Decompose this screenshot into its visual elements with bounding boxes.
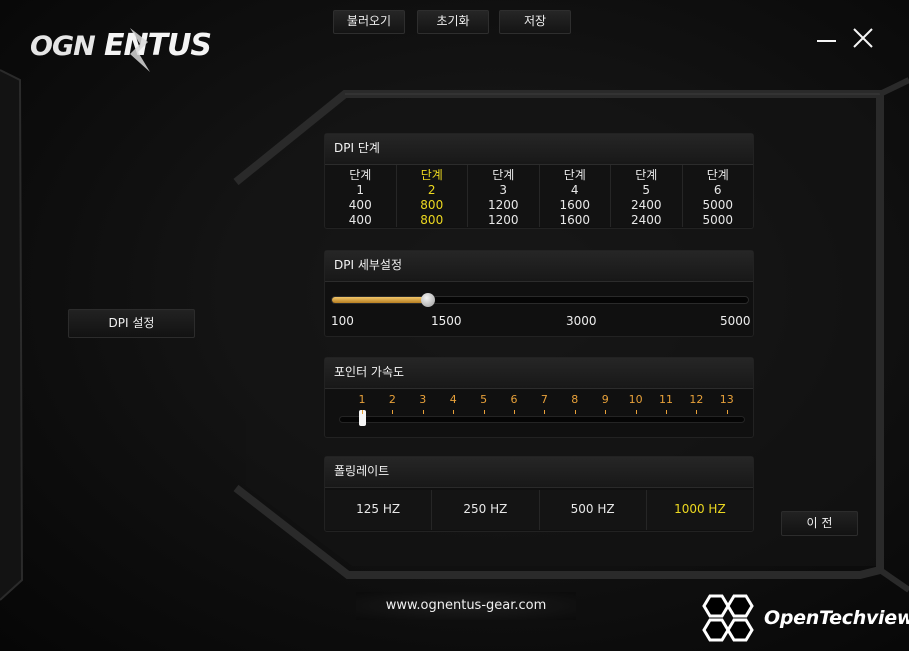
pointer-accel-panel: 포인터 가속도 1 2 3 4 5 6 7 8 9 10 11 12 13: [324, 357, 754, 438]
dpi-stage-x: 1200: [487, 198, 519, 212]
pointer-level-label: 5: [480, 393, 488, 406]
dpi-tick-label: 100: [331, 314, 354, 328]
pointer-level-tick: [483, 410, 485, 414]
polling-option[interactable]: 125 HZ: [325, 490, 432, 530]
dpi-stage-grid: 단계 1 400 400 단계 2 800 800 단계 3 1200 1200 단계 4 1600 1600…: [325, 165, 753, 227]
pointer-level-label: 11: [659, 393, 673, 406]
dpi-detail-panel: DPI 세부설정 100 1500 3000 5000: [324, 250, 754, 337]
pointer-level-label: 4: [449, 393, 457, 406]
pointer-accel-slider-area: 1 2 3 4 5 6 7 8 9 10 11 12 13: [325, 389, 753, 437]
pointer-level-tick: [605, 410, 607, 414]
dpi-stage-x: 1600: [559, 198, 591, 212]
dpi-detail-title: DPI 세부설정: [325, 251, 753, 282]
dpi-stage-num: 6: [713, 183, 722, 197]
dpi-stage-y: 5000: [702, 213, 734, 227]
pointer-level-label: 2: [388, 393, 396, 406]
pointer-level-tick: [392, 410, 394, 414]
dpi-slider-track[interactable]: [331, 293, 749, 307]
pointer-level-tick: [696, 410, 698, 414]
dpi-stage-2[interactable]: 단계 2 800 800: [395, 165, 467, 227]
dpi-stage-num: 2: [427, 183, 436, 197]
pointer-level-label: 8: [571, 393, 579, 406]
dpi-slider-area: 100 1500 3000 5000: [325, 282, 753, 336]
polling-rate-options: 125 HZ 250 HZ 500 HZ 1000 HZ: [325, 490, 753, 530]
dpi-stage-stage_word: 단계: [420, 168, 443, 182]
pointer-level-label: 6: [510, 393, 518, 406]
pointer-level-tick: [362, 410, 363, 414]
pointer-level-tick: [574, 410, 576, 414]
dpi-settings-button[interactable]: DPI 설정: [68, 309, 195, 338]
dpi-stage-stage_word: 단계: [349, 168, 372, 182]
dpi-stage-x: 400: [348, 198, 372, 212]
polling-rate-title: 폴링레이트: [325, 457, 753, 488]
pointer-level-label: 3: [419, 393, 427, 406]
dpi-slider-knob[interactable]: [420, 293, 435, 307]
pointer-level-label: 12: [689, 393, 704, 406]
ognentus-logo: OGN ENTUS: [30, 28, 212, 72]
dpi-stage-x: 2400: [630, 198, 662, 212]
dpi-stage-y: 2400: [630, 213, 662, 227]
dpi-stage-panel: DPI 단계 단계 1 400 400 단계 2 800 800 단계 3 1200 1200 단계 4 1…: [324, 133, 754, 229]
load-button[interactable]: 불러오기: [333, 10, 405, 34]
pointer-level-tick: [666, 410, 667, 414]
pointer-level-tick: [514, 410, 515, 414]
polling-option[interactable]: 250 HZ: [431, 490, 539, 530]
pointer-accel-track[interactable]: [339, 416, 745, 423]
polling-option[interactable]: 1000 HZ: [645, 490, 753, 530]
dpi-stage-y: 800: [420, 213, 444, 227]
dpi-stage-1[interactable]: 단계 1 400 400: [325, 165, 396, 227]
pointer-level-label: 1: [358, 393, 366, 406]
dpi-stage-6[interactable]: 단계 6 5000 5000: [681, 165, 753, 227]
watermark-text: OpenTechview: [764, 607, 909, 629]
pointer-level-label: 10: [628, 393, 643, 406]
dpi-tick-label: 5000: [720, 314, 751, 328]
pointer-level-label: 13: [719, 393, 734, 406]
pointer-level-label: 9: [601, 393, 609, 406]
dpi-stage-3[interactable]: 단계 3 1200 1200: [467, 165, 539, 227]
save-button[interactable]: 저장: [499, 10, 571, 34]
dpi-stage-stage_word: 단계: [563, 168, 586, 182]
dpi-stage-stage_word: 단계: [706, 168, 729, 182]
svg-text:OGN: OGN: [30, 31, 96, 62]
polling-rate-panel: 폴링레이트 125 HZ 250 HZ 500 HZ 1000 HZ: [324, 456, 754, 532]
dpi-stage-num: 5: [642, 183, 651, 197]
dpi-stage-x: 5000: [702, 198, 734, 212]
website-link[interactable]: www.ognentus-gear.com: [356, 592, 576, 620]
pointer-level-tick: [635, 410, 637, 414]
dpi-stage-4[interactable]: 단계 4 1600 1600: [538, 165, 610, 227]
dpi-stage-stage_word: 단계: [492, 168, 515, 182]
pointer-level-tick: [544, 410, 546, 414]
dpi-stage-y: 1600: [559, 213, 591, 227]
dpi-stage-y: 400: [348, 213, 372, 227]
dpi-stage-y: 1200: [487, 213, 519, 227]
prev-button[interactable]: 이 전: [781, 511, 858, 536]
dpi-stage-x: 800: [420, 198, 444, 212]
dpi-tick-label: 3000: [566, 314, 597, 328]
pointer-level-tick: [453, 410, 455, 414]
pointer-level-tick: [726, 410, 728, 414]
minimize-icon[interactable]: [816, 27, 838, 49]
hexagon-logo-icon: [702, 594, 754, 642]
dpi-stage-num: 1: [356, 183, 365, 197]
close-icon[interactable]: [852, 27, 874, 49]
pointer-accel-title: 포인터 가속도: [325, 358, 753, 389]
pointer-level-tick: [422, 410, 424, 414]
dpi-stage-title: DPI 단계: [325, 134, 753, 165]
dpi-slider-fill: [332, 297, 428, 303]
dpi-stage-num: 4: [570, 183, 579, 197]
opentechview-watermark: OpenTechview: [698, 592, 909, 648]
dpi-tick-label: 1500: [431, 314, 462, 328]
svg-text:ENTUS: ENTUS: [104, 28, 211, 63]
reset-button[interactable]: 초기화: [417, 10, 489, 34]
pointer-level-label: 7: [540, 393, 548, 406]
polling-option[interactable]: 500 HZ: [538, 490, 646, 530]
dpi-stage-num: 3: [499, 183, 508, 197]
dpi-stage-stage_word: 단계: [635, 168, 658, 182]
dpi-stage-5[interactable]: 단계 5 2400 2400: [610, 165, 682, 227]
